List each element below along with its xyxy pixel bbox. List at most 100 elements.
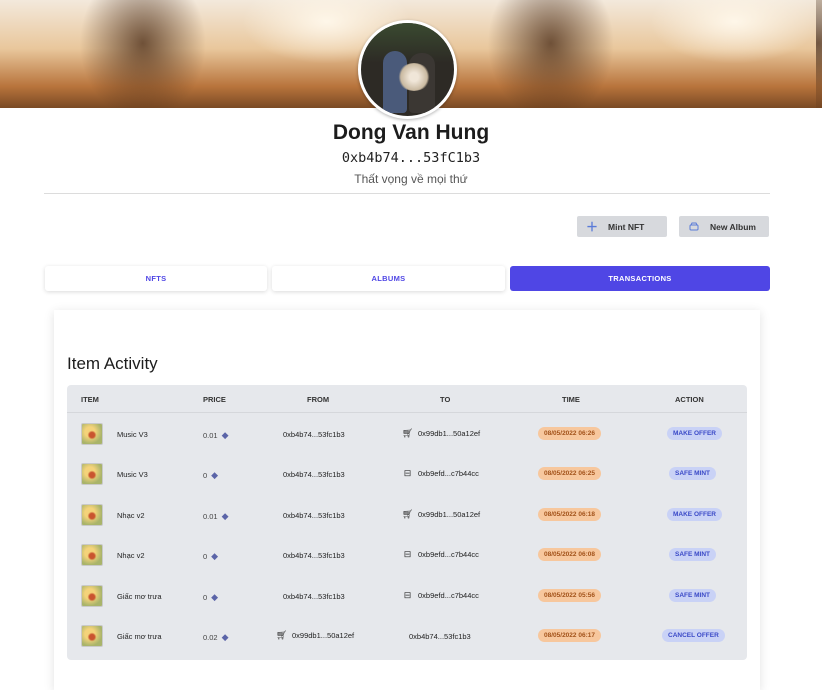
banner-image	[0, 0, 408, 108]
item-thumbnail[interactable]	[81, 463, 103, 485]
to-address: 0x99db1...50a12ef	[418, 429, 481, 438]
time-badge: 08/05/2022 06:18	[538, 508, 601, 521]
action-badge: SAFE MINT	[669, 589, 717, 602]
table-row[interactable]: Music V3 0.01 ◆ 0xb4b74...53fc1b3 🛒︎ 0x99d…	[67, 414, 747, 454]
tab-label: NFTS	[145, 274, 167, 283]
from-address[interactable]: 0xb4b74...53fc1b3	[283, 470, 345, 479]
price-value: 0	[203, 552, 208, 561]
from-address[interactable]: 0xb4b74...53fc1b3	[283, 551, 345, 560]
price-cell: 0.02 ◆	[203, 632, 229, 643]
banner-image	[816, 0, 822, 108]
price-cell: 0 ◆	[203, 551, 218, 562]
to-address: 0x99db1...50a12ef	[418, 510, 481, 519]
table-row[interactable]: Giấc mơ trưa 0.02 ◆ 🛒︎ 0x99db1...50a12ef 0…	[67, 616, 747, 656]
eth-icon: ◆	[221, 511, 229, 521]
tab-albums[interactable]: ALBUMS	[272, 266, 505, 291]
to-cell[interactable]: ⊟ 0xb9efd...c7b44cc	[402, 590, 479, 601]
price-cell: 0 ◆	[203, 470, 218, 481]
item-thumbnail[interactable]	[81, 504, 103, 526]
table-row[interactable]: Giấc mơ trưa 0 ◆ 0xb4b74...53fc1b3 ⊟ 0xb9e…	[67, 576, 747, 616]
divider	[44, 193, 770, 194]
plus-icon: ＋	[586, 220, 599, 234]
to-address[interactable]: 0xb4b74...53fc1b3	[409, 632, 471, 641]
item-name[interactable]: Music V3	[117, 430, 148, 439]
item-name[interactable]: Giấc mơ trưa	[117, 592, 162, 601]
from-address[interactable]: 0xb4b74...53fc1b3	[283, 430, 345, 439]
from-address[interactable]: 0xb4b74...53fc1b3	[283, 511, 345, 520]
price-cell: 0 ◆	[203, 592, 218, 603]
tab-label: TRANSACTIONS	[608, 274, 672, 283]
action-badge: SAFE MINT	[669, 548, 717, 561]
activity-title: Item Activity	[67, 354, 158, 373]
from-address: 0x99db1...50a12ef	[292, 631, 355, 640]
to-address: 0xb9efd...c7b44cc	[418, 550, 479, 559]
from-address[interactable]: 0xb4b74...53fc1b3	[283, 592, 345, 601]
from-cell[interactable]: 🛒︎ 0x99db1...50a12ef	[276, 630, 354, 641]
eth-icon: ◆	[211, 470, 219, 480]
avatar[interactable]	[358, 20, 457, 119]
eth-icon: ◆	[221, 632, 229, 642]
banner-image	[408, 0, 816, 108]
box-icon: ⊟	[403, 549, 412, 559]
profile-name: Dong Van Hung	[332, 121, 490, 144]
price-cell: 0.01 ◆	[203, 430, 229, 441]
album-icon	[688, 220, 700, 234]
box-icon: ⊟	[403, 590, 412, 600]
table-row[interactable]: Nhạc v2 0.01 ◆ 0xb4b74...53fc1b3 🛒︎ 0x99db…	[67, 495, 747, 535]
to-cell[interactable]: ⊟ 0xb9efd...c7b44cc	[402, 468, 479, 479]
column-header-to: TO	[440, 395, 451, 404]
action-badge: MAKE OFFER	[667, 427, 722, 440]
to-address: 0xb9efd...c7b44cc	[418, 591, 479, 600]
table-row[interactable]: Nhạc v2 0 ◆ 0xb4b74...53fc1b3 ⊟ 0xb9efd...…	[67, 535, 747, 575]
to-address: 0xb9efd...c7b44cc	[418, 469, 479, 478]
column-header-from: FROM	[307, 395, 330, 404]
cart-icon: 🛒︎	[402, 428, 414, 438]
time-badge: 08/05/2022 06:17	[538, 629, 601, 642]
item-thumbnail[interactable]	[81, 585, 103, 607]
eth-icon: ◆	[211, 551, 219, 561]
item-name[interactable]: Nhạc v2	[117, 551, 145, 560]
action-badge: MAKE OFFER	[667, 508, 722, 521]
eth-icon: ◆	[211, 592, 219, 602]
price-value: 0	[203, 593, 208, 602]
tab-nfts[interactable]: NFTS	[45, 266, 267, 291]
profile-bio: Thất vọng về mọi thứ	[354, 172, 468, 186]
activity-table: ITEM PRICE FROM TO TIME ACTION Music V3 …	[67, 385, 747, 660]
mint-nft-label: Mint NFT	[608, 221, 645, 232]
table-row[interactable]: Music V3 0 ◆ 0xb4b74...53fc1b3 ⊟ 0xb9efd..…	[67, 454, 747, 494]
item-name[interactable]: Nhạc v2	[117, 511, 145, 520]
price-value: 0	[203, 471, 208, 480]
time-badge: 08/05/2022 06:08	[538, 548, 601, 561]
eth-icon: ◆	[221, 430, 229, 440]
item-thumbnail[interactable]	[81, 423, 103, 445]
time-badge: 08/05/2022 06:26	[538, 427, 601, 440]
to-cell[interactable]: 🛒︎ 0x99db1...50a12ef	[402, 509, 480, 520]
price-cell: 0.01 ◆	[203, 511, 229, 522]
column-header-action: ACTION	[675, 395, 704, 404]
wallet-address[interactable]: 0xb4b74...53fC1b3	[0, 150, 822, 166]
column-header-price: PRICE	[203, 395, 226, 404]
table-header: ITEM PRICE FROM TO TIME ACTION	[67, 385, 747, 413]
action-badge: CANCEL OFFER	[662, 629, 725, 642]
to-cell[interactable]: ⊟ 0xb9efd...c7b44cc	[402, 549, 479, 560]
new-album-label: New Album	[710, 221, 756, 232]
tab-label: ALBUMS	[371, 274, 406, 283]
to-cell[interactable]: 🛒︎ 0x99db1...50a12ef	[402, 428, 480, 439]
column-header-time: TIME	[562, 395, 580, 404]
tab-transactions[interactable]: TRANSACTIONS	[510, 266, 770, 291]
item-name[interactable]: Music V3	[117, 470, 148, 479]
item-thumbnail[interactable]	[81, 544, 103, 566]
box-icon: ⊟	[403, 468, 412, 478]
new-album-button[interactable]: New Album	[679, 216, 769, 237]
time-badge: 08/05/2022 06:25	[538, 467, 601, 480]
action-badge: SAFE MINT	[669, 467, 717, 480]
time-badge: 08/05/2022 05:56	[538, 589, 601, 602]
price-value: 0.01	[203, 512, 218, 521]
cart-icon: 🛒︎	[276, 630, 288, 640]
cart-icon: 🛒︎	[402, 509, 414, 519]
item-name[interactable]: Giấc mơ trưa	[117, 632, 162, 641]
price-value: 0.01	[203, 431, 218, 440]
mint-nft-button[interactable]: ＋ Mint NFT	[577, 216, 667, 237]
price-value: 0.02	[203, 633, 218, 642]
item-thumbnail[interactable]	[81, 625, 103, 647]
